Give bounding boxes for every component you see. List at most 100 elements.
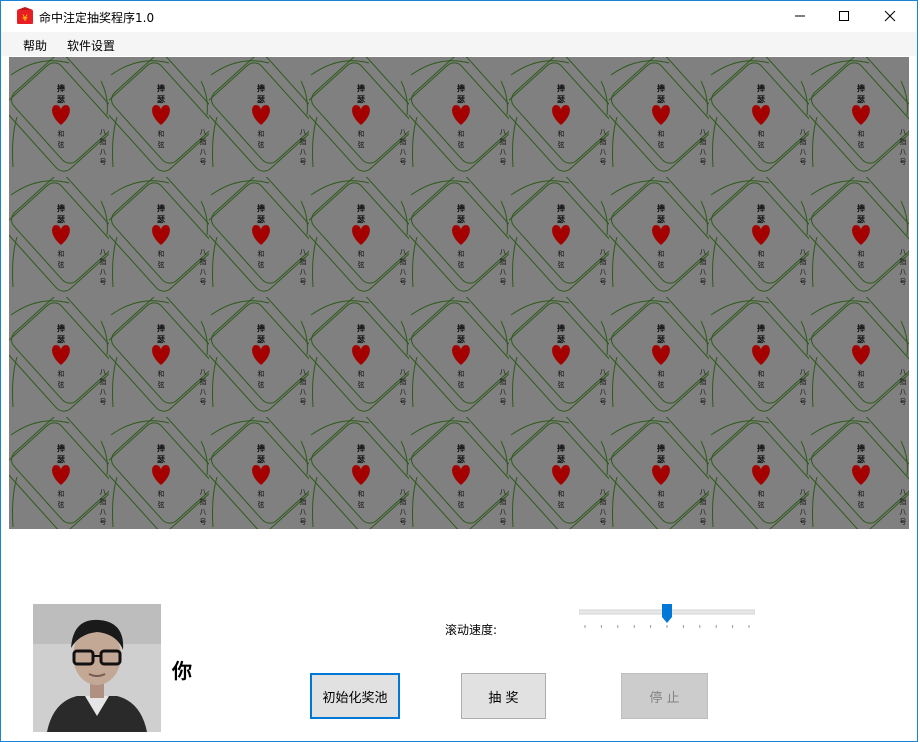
card-art: 捧瑟和弦八指八号 xyxy=(205,174,319,292)
card-top-char: 瑟 xyxy=(57,95,65,104)
card-side-char: 八 xyxy=(900,368,907,376)
prize-card: 捧瑟和弦八指八号 xyxy=(205,174,319,297)
minimize-button[interactable] xyxy=(777,1,823,31)
card-top-char: 捧 xyxy=(657,83,666,93)
prize-card: 捧瑟和弦八指八号 xyxy=(605,57,719,177)
card-side-char: 八 xyxy=(400,368,407,376)
card-middle-char: 弦 xyxy=(658,500,665,509)
card-side-char: 八 xyxy=(800,508,807,516)
draw-button[interactable]: 抽 奖 xyxy=(461,673,546,719)
card-middle-char: 和 xyxy=(758,249,765,258)
speed-slider[interactable] xyxy=(579,601,755,631)
card-top-char: 瑟 xyxy=(557,215,565,224)
card-side-char: 号 xyxy=(700,398,707,406)
card-middle-char: 和 xyxy=(158,249,165,258)
heart-icon xyxy=(752,465,770,485)
card-side-char: 八 xyxy=(800,388,807,396)
scroll-edge xyxy=(910,297,913,417)
card-top-char: 捧 xyxy=(157,83,166,93)
card-side-char: 八 xyxy=(300,248,307,256)
card-top-char: 捧 xyxy=(657,203,666,213)
card-top-char: 瑟 xyxy=(657,455,665,464)
card-top-char: 捧 xyxy=(757,83,766,93)
heart-icon xyxy=(652,345,670,365)
card-side-char: 指 xyxy=(200,137,207,146)
prize-card: 捧瑟和弦八指八号 xyxy=(505,174,619,297)
card-middle-char: 和 xyxy=(258,489,265,498)
card-side-char: 号 xyxy=(600,518,607,526)
heart-icon xyxy=(152,225,170,245)
card-art: 捧瑟和弦八指八号 xyxy=(105,294,219,412)
card-art: 捧瑟和弦八指八号 xyxy=(305,57,419,172)
menu-help[interactable]: 帮助 xyxy=(23,37,47,54)
heart-icon xyxy=(852,105,870,125)
card-grid: 捧瑟和弦八指八号捧瑟和弦八指八号捧瑟和弦八指八号捧瑟和弦八指八号捧瑟和弦八指八号… xyxy=(9,57,909,529)
window-title: 命中注定抽奖程序1.0 xyxy=(39,11,155,25)
menu-bar: 帮助 软件设置 xyxy=(1,32,917,56)
card-side-char: 号 xyxy=(400,518,407,526)
card-art: 捧瑟和弦八指八号 xyxy=(205,414,319,529)
menu-settings[interactable]: 软件设置 xyxy=(67,37,115,54)
heart-icon xyxy=(252,105,270,125)
heart-icon xyxy=(152,345,170,365)
card-side-char: 号 xyxy=(200,278,207,286)
close-button[interactable] xyxy=(867,1,913,31)
card-side-char: 八 xyxy=(500,268,507,276)
prize-card: 捧瑟和弦八指八号 xyxy=(205,294,319,417)
card-top-char: 捧 xyxy=(157,443,166,453)
card-top-char: 瑟 xyxy=(357,455,365,464)
card-side-char: 号 xyxy=(100,398,107,406)
card-side-char: 指 xyxy=(200,377,207,386)
card-middle-char: 和 xyxy=(758,489,765,498)
heart-icon xyxy=(652,465,670,485)
heart-icon xyxy=(252,345,270,365)
heart-icon xyxy=(752,105,770,125)
stop-button[interactable]: 停 止 xyxy=(621,673,708,719)
card-side-char: 八 xyxy=(700,488,707,496)
card-side-char: 指 xyxy=(100,497,107,506)
card-side-char: 八 xyxy=(800,268,807,276)
card-side-char: 号 xyxy=(900,518,907,526)
card-art: 捧瑟和弦八指八号 xyxy=(605,57,719,172)
heart-icon xyxy=(852,345,870,365)
card-top-char: 捧 xyxy=(757,203,766,213)
card-middle-char: 和 xyxy=(858,249,865,258)
prize-card: 捧瑟和弦八指八号 xyxy=(805,174,909,297)
user-name: 你 xyxy=(172,659,192,683)
card-side-char: 八 xyxy=(800,488,807,496)
card-top-char: 瑟 xyxy=(657,95,665,104)
card-art: 捧瑟和弦八指八号 xyxy=(205,57,319,172)
card-middle-char: 和 xyxy=(158,129,165,138)
card-side-char: 八 xyxy=(100,368,107,376)
card-middle-char: 和 xyxy=(758,369,765,378)
card-side-char: 八 xyxy=(600,248,607,256)
card-middle-char: 弦 xyxy=(58,500,65,509)
card-top-char: 捧 xyxy=(457,203,466,213)
card-side-char: 指 xyxy=(100,377,107,386)
card-middle-char: 和 xyxy=(658,489,665,498)
prize-card: 捧瑟和弦八指八号 xyxy=(705,414,819,529)
heart-icon xyxy=(752,345,770,365)
card-side-char: 指 xyxy=(900,377,907,386)
card-side-char: 八 xyxy=(600,388,607,396)
card-middle-char: 弦 xyxy=(58,140,65,149)
heart-icon xyxy=(452,465,470,485)
card-side-char: 八 xyxy=(300,128,307,136)
card-side-char: 号 xyxy=(200,518,207,526)
card-side-char: 号 xyxy=(700,158,707,166)
card-side-char: 指 xyxy=(700,497,707,506)
card-middle-char: 和 xyxy=(358,369,365,378)
slider-thumb[interactable] xyxy=(662,604,672,623)
init-pool-button[interactable]: 初始化奖池 xyxy=(310,673,400,719)
maximize-button[interactable] xyxy=(821,1,867,31)
prize-card: 捧瑟和弦八指八号 xyxy=(605,294,719,417)
card-art: 捧瑟和弦八指八号 xyxy=(705,294,819,412)
card-middle-char: 和 xyxy=(58,129,65,138)
card-top-char: 捧 xyxy=(57,443,66,453)
card-middle-char: 和 xyxy=(358,129,365,138)
card-top-char: 瑟 xyxy=(757,215,765,224)
card-top-char: 捧 xyxy=(457,443,466,453)
title-bar[interactable]: ¥ 命中注定抽奖程序1.0 xyxy=(1,1,917,31)
card-top-char: 捧 xyxy=(157,323,166,333)
card-top-char: 瑟 xyxy=(457,455,465,464)
